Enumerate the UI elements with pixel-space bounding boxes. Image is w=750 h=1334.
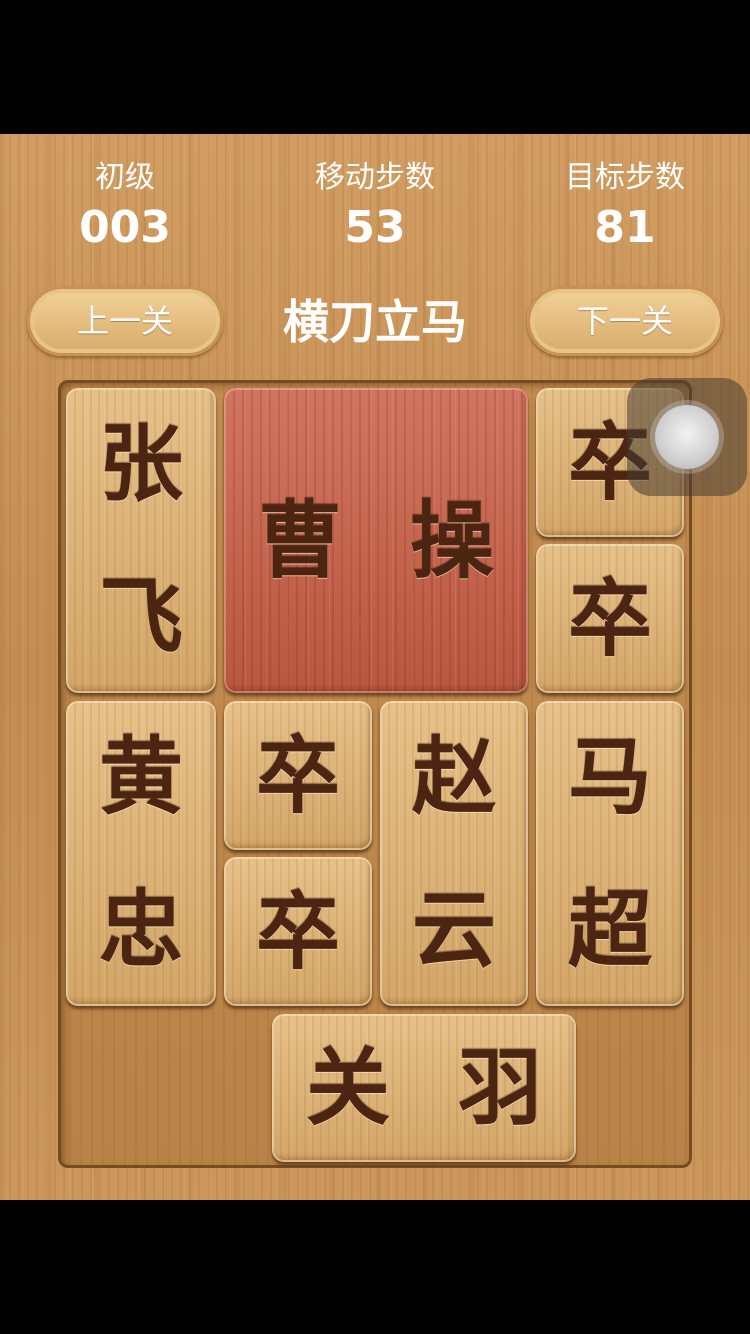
level-number: 003	[79, 202, 171, 253]
piece-ma-chao[interactable]: 马 超	[536, 701, 684, 1006]
piece-glyph: 操	[409, 490, 494, 590]
piece-glyph: 卒	[255, 881, 340, 981]
assistive-touch-icon[interactable]	[627, 378, 747, 496]
piece-glyph: 张	[98, 414, 183, 514]
moves-stat: 移动步数 53	[275, 160, 475, 254]
moves-value: 53	[344, 202, 406, 253]
piece-glyph: 羽	[457, 1038, 542, 1137]
piece-zhao-yun[interactable]: 赵 云	[380, 701, 528, 1006]
piece-guan-yu[interactable]: 关 羽	[272, 1014, 576, 1162]
moves-label: 移动步数	[315, 160, 435, 195]
difficulty-label: 初级	[95, 160, 155, 195]
piece-soldier-3[interactable]: 卒	[224, 701, 372, 850]
piece-soldier-4[interactable]: 卒	[224, 857, 372, 1006]
piece-glyph: 卒	[567, 568, 652, 668]
piece-zhang-fei[interactable]: 张 飞	[66, 388, 216, 693]
piece-glyph: 卒	[255, 725, 340, 825]
target-stat: 目标步数 81	[525, 160, 725, 254]
target-value: 81	[594, 202, 656, 253]
target-label: 目标步数	[565, 160, 685, 195]
piece-glyph: 忠	[98, 879, 183, 979]
level-title: 横刀立马	[283, 295, 467, 349]
top-black-bar	[0, 0, 750, 134]
piece-glyph: 黄	[98, 727, 183, 827]
piece-cao-cao[interactable]: 曹 操	[224, 388, 528, 693]
bottom-black-bar	[0, 1200, 750, 1334]
assistive-touch-dot	[655, 405, 719, 469]
difficulty-stat: 初级 003	[25, 160, 225, 254]
piece-soldier-2[interactable]: 卒	[536, 544, 684, 693]
piece-glyph: 关	[305, 1038, 390, 1137]
piece-huang-zhong[interactable]: 黄 忠	[66, 701, 216, 1006]
piece-glyph: 曹	[257, 490, 342, 590]
piece-glyph: 云	[411, 879, 496, 979]
next-level-button[interactable]: 下一关	[527, 286, 723, 356]
piece-glyph: 超	[567, 879, 652, 979]
piece-glyph: 飞	[98, 566, 183, 666]
piece-glyph: 马	[567, 727, 652, 827]
prev-level-button[interactable]: 上一关	[27, 286, 223, 356]
piece-glyph: 赵	[411, 727, 496, 827]
